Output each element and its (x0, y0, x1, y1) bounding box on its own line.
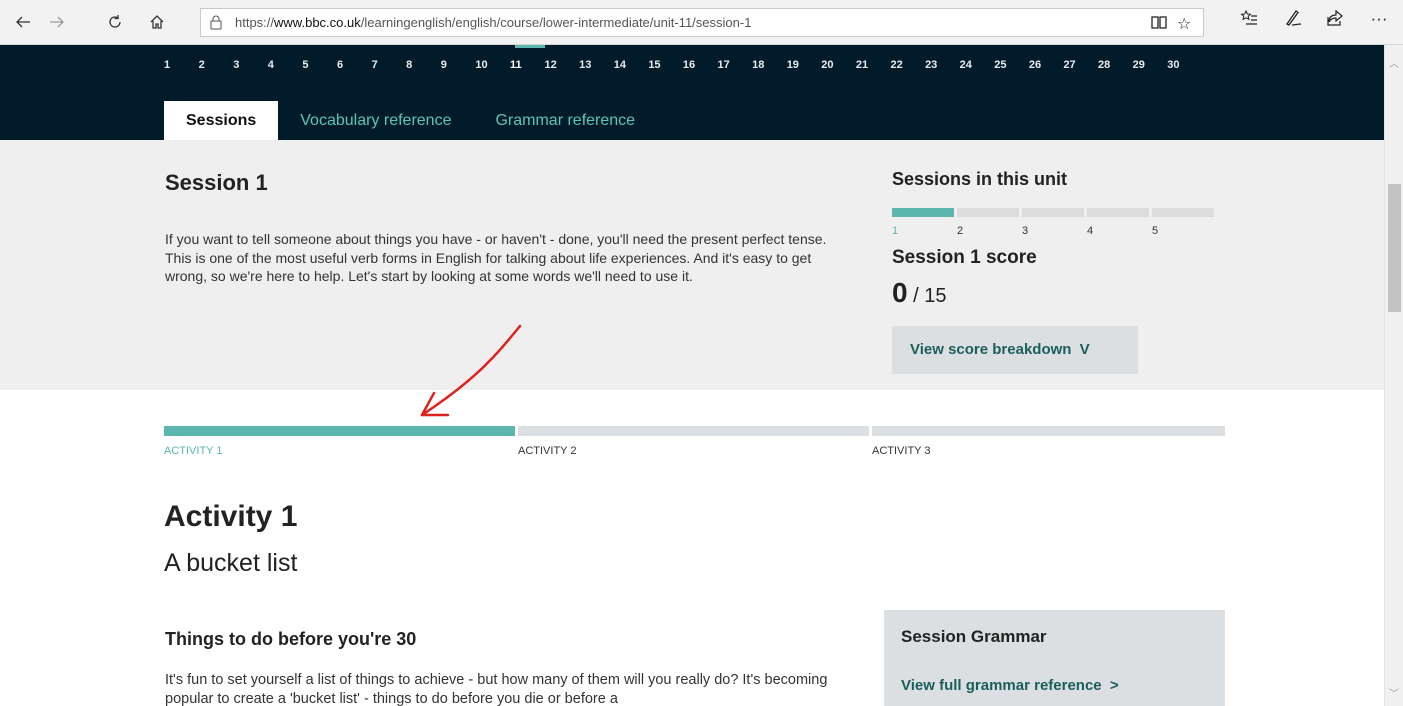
unit-number-nav: 1 2 3 4 5 6 7 8 9 10 11 12 13 14 15 16 17 18 19 20 21 22 23 24 2… (164, 59, 1202, 71)
unit-link-18[interactable]: 18 (752, 59, 787, 71)
score-title: Session 1 score (892, 247, 1037, 268)
session-progress-bar-2[interactable] (957, 208, 1019, 217)
tab-sessions[interactable]: Sessions (164, 101, 279, 140)
section-heading: Things to do before you're 30 (165, 629, 417, 649)
session-progress-label-3[interactable]: 3 (1022, 225, 1087, 237)
scroll-down-icon[interactable]: ﹀ (1389, 685, 1399, 700)
session-panel: Session 1 If you want to tell someone ab… (0, 140, 1384, 390)
breakdown-label: View score breakdown (910, 341, 1072, 358)
session-progress-label-1[interactable]: 1 (892, 225, 957, 237)
unit-link-12[interactable]: 12 (545, 59, 580, 71)
sessions-progress-bars (892, 208, 1217, 217)
unit-link-21[interactable]: 21 (856, 59, 891, 71)
back-arrow-icon[interactable] (10, 10, 36, 36)
activity-progress-bar-1[interactable] (164, 426, 515, 436)
session-progress-label-4[interactable]: 4 (1087, 225, 1152, 237)
unit-link-19[interactable]: 19 (787, 59, 822, 71)
share-icon[interactable] (1322, 9, 1348, 32)
vertical-scrollbar[interactable]: ︿ ﹀ (1384, 45, 1403, 706)
home-icon[interactable] (144, 10, 170, 36)
unit-link-27[interactable]: 27 (1063, 59, 1098, 71)
lock-icon (209, 15, 223, 35)
scroll-thumb[interactable] (1388, 184, 1401, 312)
sessions-in-unit-title: Sessions in this unit (892, 169, 1068, 189)
score-total: / 15 (913, 285, 947, 307)
session-grammar-title: Session Grammar (901, 627, 1047, 646)
browser-toolbar: https://www.bbc.co.uk/learningenglish/en… (0, 0, 1403, 45)
activity-progress-label-2[interactable]: ACTIVITY 2 (518, 445, 872, 457)
unit-link-10[interactable]: 10 (475, 59, 510, 71)
more-icon[interactable]: ··· (1366, 9, 1392, 29)
unit-link-20[interactable]: 20 (821, 59, 856, 71)
url-text: https://www.bbc.co.uk/learningenglish/en… (235, 15, 752, 30)
session-progress-bar-5[interactable] (1152, 208, 1214, 217)
address-bar[interactable]: https://www.bbc.co.uk/learningenglish/en… (200, 8, 1204, 37)
unit-link-22[interactable]: 22 (890, 59, 925, 71)
session-progress-bar-4[interactable] (1087, 208, 1149, 217)
activity-progress-label-3[interactable]: ACTIVITY 3 (872, 445, 1228, 457)
session-description: If you want to tell someone about things… (165, 231, 827, 284)
unit-link-26[interactable]: 26 (1029, 59, 1064, 71)
unit-link-16[interactable]: 16 (683, 59, 718, 71)
unit-link-8[interactable]: 8 (406, 59, 441, 71)
unit-link-3[interactable]: 3 (233, 59, 268, 71)
scroll-up-icon[interactable]: ︿ (1389, 55, 1399, 70)
unit-link-13[interactable]: 13 (579, 59, 614, 71)
unit-link-14[interactable]: 14 (614, 59, 649, 71)
chevron-right-icon: > (1109, 677, 1119, 694)
session-title: Session 1 (165, 170, 268, 195)
activity-progress-bar-3[interactable] (872, 426, 1225, 436)
session-progress-bar-1[interactable] (892, 208, 954, 217)
page-viewport: 1 2 3 4 5 6 7 8 9 10 11 12 13 14 15 16 17 18 19 20 21 22 23 24 2… (0, 45, 1384, 706)
section-tabs: Sessions Vocabulary reference Grammar refe… (164, 101, 657, 140)
session-progress-label-5[interactable]: 5 (1152, 225, 1217, 237)
activity-progress-bar-2[interactable] (518, 426, 869, 436)
annotation-arrow-icon (420, 324, 522, 417)
unit-link-9[interactable]: 9 (441, 59, 476, 71)
unit-link-7[interactable]: 7 (372, 59, 407, 71)
session-progress-label-2[interactable]: 2 (957, 225, 1022, 237)
unit-link-29[interactable]: 29 (1133, 59, 1168, 71)
unit-link-17[interactable]: 17 (718, 59, 753, 71)
unit-link-25[interactable]: 25 (994, 59, 1029, 71)
unit-link-5[interactable]: 5 (302, 59, 337, 71)
view-grammar-reference-link[interactable]: View full grammar reference > (901, 677, 1119, 694)
grammar-link-label: View full grammar reference (901, 677, 1102, 694)
section-body: It's fun to set yourself a list of thing… (165, 672, 828, 706)
tab-grammar-reference[interactable]: Grammar reference (473, 101, 657, 140)
activity-subtitle: A bucket list (164, 549, 298, 577)
forward-arrow-icon[interactable] (44, 10, 70, 36)
chevron-down-icon: V (1079, 341, 1090, 358)
unit-link-24[interactable]: 24 (960, 59, 995, 71)
active-unit-marker (515, 45, 545, 48)
reading-view-icon[interactable] (1151, 14, 1167, 35)
activity-title: Activity 1 (164, 500, 298, 533)
unit-link-15[interactable]: 15 (648, 59, 683, 71)
unit-link-30[interactable]: 30 (1167, 59, 1202, 71)
view-score-breakdown-button[interactable]: View score breakdown V (892, 326, 1138, 374)
session-grammar-panel: Session Grammar View full grammar refere… (884, 610, 1225, 706)
score-number: 0 (892, 277, 908, 308)
score-value: 0 / 15 (892, 277, 947, 309)
tab-vocabulary-reference[interactable]: Vocabulary reference (278, 101, 473, 140)
favorite-star-icon[interactable]: ☆ (1177, 14, 1191, 34)
unit-link-4[interactable]: 4 (268, 59, 303, 71)
unit-link-6[interactable]: 6 (337, 59, 372, 71)
activity-progress-labels: ACTIVITY 1 ACTIVITY 2 ACTIVITY 3 (164, 445, 1228, 457)
unit-link-1[interactable]: 1 (164, 59, 199, 71)
favorites-list-icon[interactable] (1236, 9, 1262, 32)
activity-progress-label-1[interactable]: ACTIVITY 1 (164, 445, 518, 457)
unit-link-28[interactable]: 28 (1098, 59, 1133, 71)
unit-link-11[interactable]: 11 (510, 59, 545, 71)
sessions-progress-labels: 12345 (892, 225, 1217, 237)
unit-link-2[interactable]: 2 (199, 59, 234, 71)
session-progress-bar-3[interactable] (1022, 208, 1084, 217)
pen-icon[interactable] (1280, 9, 1306, 32)
activity-progress-bars (164, 426, 1228, 436)
unit-link-23[interactable]: 23 (925, 59, 960, 71)
course-header: 1 2 3 4 5 6 7 8 9 10 11 12 13 14 15 16 17 18 19 20 21 22 23 24 2… (0, 45, 1384, 140)
refresh-icon[interactable] (102, 10, 128, 36)
